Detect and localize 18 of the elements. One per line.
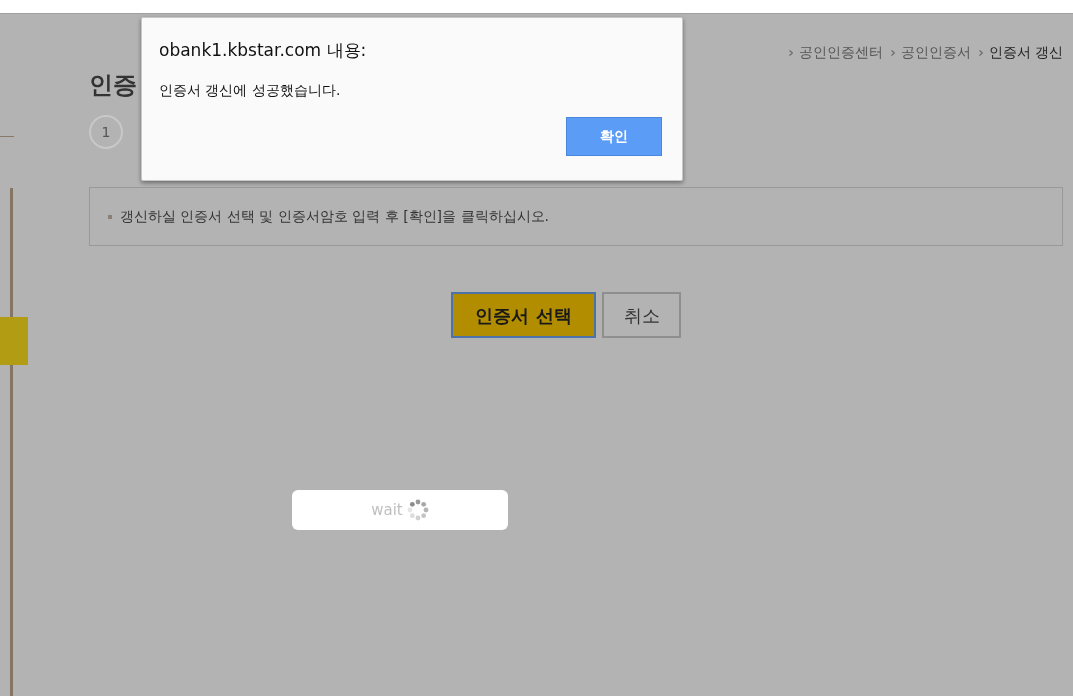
spinner-icon [406, 499, 429, 521]
chevron-icon [788, 49, 793, 56]
cancel-button[interactable]: 취소 [602, 292, 681, 338]
dialog-message: 인증서 갱신에 성공했습니다. [159, 80, 342, 100]
breadcrumb-link[interactable]: 공인인증센터 [798, 42, 883, 63]
loading-text: wait [371, 499, 403, 521]
dialog-title: obank1.kbstar.com 내용: [159, 39, 368, 62]
sidebar-tab[interactable] [0, 317, 28, 365]
notice-text: 갱신하실 인증서 선택 및 인증서암호 입력 후 [확인]을 클릭하십시오. [120, 207, 549, 226]
chevron-icon [978, 49, 983, 56]
bullet-icon [108, 214, 112, 219]
step-indicator: 1 [89, 115, 123, 149]
breadcrumb-link[interactable]: 인증서 갱신 [988, 42, 1063, 63]
ok-button[interactable]: 확인 [566, 116, 662, 156]
select-certificate-button[interactable]: 인증서 선택 [451, 292, 596, 338]
page-title: 인증 [89, 70, 137, 101]
chevron-icon [890, 49, 895, 56]
breadcrumb-link[interactable]: 공인인증서 [900, 42, 971, 63]
